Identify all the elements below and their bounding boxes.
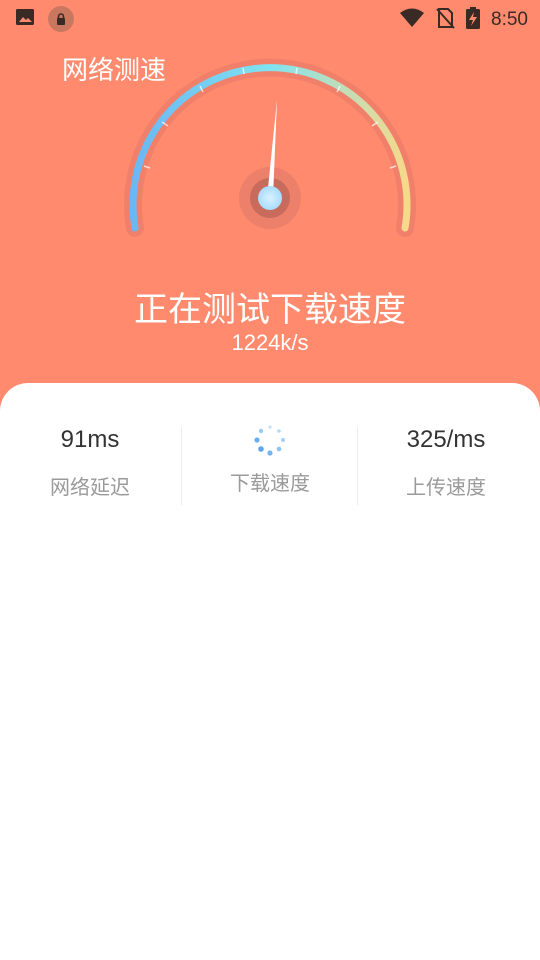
metric-download: 下载速度 bbox=[180, 423, 360, 496]
metric-latency: 91ms 网络延迟 bbox=[0, 423, 180, 500]
test-status-text: 正在测试下载速度 bbox=[134, 290, 406, 330]
speed-gauge bbox=[124, 58, 416, 237]
status-bar: 8:50 bbox=[0, 0, 540, 36]
results-card: 91ms 网络延迟 下载速度 325/ms 上传速度 bbox=[0, 383, 540, 960]
no-sim-icon bbox=[435, 7, 455, 33]
wifi-icon bbox=[399, 7, 425, 33]
latency-label: 网络延迟 bbox=[50, 475, 130, 499]
battery-charging-icon bbox=[465, 6, 481, 34]
gauge-ticks bbox=[143, 67, 397, 169]
upload-value: 325/ms bbox=[406, 426, 486, 453]
current-speed: 1224k/s bbox=[231, 330, 309, 355]
clock: 8:50 bbox=[491, 9, 528, 30]
upload-label: 上传速度 bbox=[406, 475, 486, 499]
image-icon bbox=[14, 6, 36, 32]
latency-value: 91ms bbox=[60, 426, 120, 453]
metric-upload: 325/ms 上传速度 bbox=[356, 423, 536, 500]
download-label: 下载速度 bbox=[230, 471, 310, 495]
lock-icon bbox=[48, 6, 74, 32]
loading-spinner-icon bbox=[180, 423, 360, 457]
